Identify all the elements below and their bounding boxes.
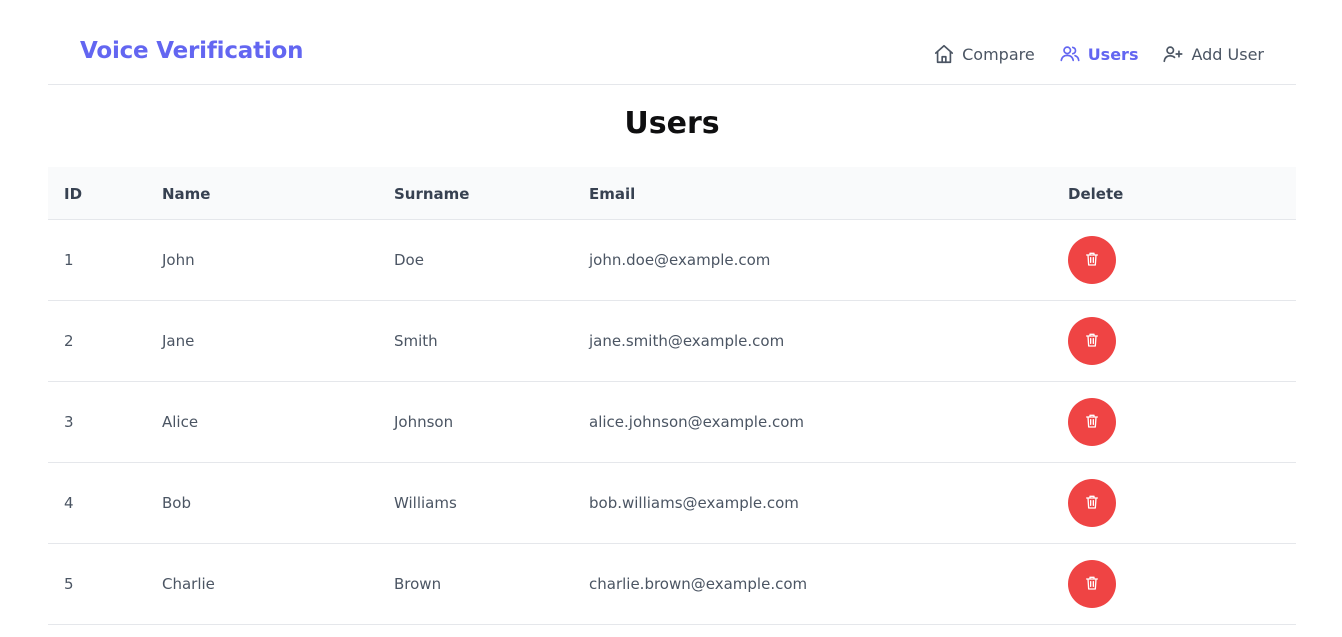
cell-email: jane.smith@example.com [589, 332, 785, 350]
table-row: 1 John Doe john.doe@example.com [48, 220, 1296, 301]
cell-name: Bob [162, 494, 191, 512]
app-container: Voice Verification Compare Users Add Use… [48, 0, 1296, 637]
cell-email: alice.johnson@example.com [589, 413, 804, 431]
page-title: Users [624, 106, 720, 141]
brand-logo[interactable]: Voice Verification [80, 38, 304, 64]
users-icon [1059, 43, 1081, 65]
cell-name: John [162, 251, 195, 269]
column-header-surname: Surname [394, 185, 470, 203]
cell-surname: Johnson [394, 413, 454, 431]
trash-icon [1084, 332, 1100, 351]
user-plus-icon [1162, 43, 1184, 65]
home-icon [933, 43, 955, 65]
delete-button[interactable] [1068, 317, 1116, 365]
column-header-name: Name [162, 185, 211, 203]
nav-item-compare[interactable]: Compare [933, 43, 1035, 65]
trash-icon [1084, 494, 1100, 513]
users-table: ID Name Surname Email Delete 1 John Doe … [48, 167, 1296, 625]
nav-label-add-user: Add User [1191, 44, 1264, 64]
cell-id: 2 [64, 332, 74, 350]
cell-id: 1 [64, 251, 74, 269]
delete-button[interactable] [1068, 236, 1116, 284]
nav-label-users: Users [1087, 44, 1139, 64]
trash-icon [1084, 251, 1100, 270]
table-row: 3 Alice Johnson alice.johnson@example.co… [48, 382, 1296, 463]
cell-surname: Brown [394, 575, 442, 593]
cell-surname: Williams [394, 494, 457, 512]
delete-button[interactable] [1068, 560, 1116, 608]
delete-button[interactable] [1068, 398, 1116, 446]
cell-email: john.doe@example.com [589, 251, 771, 269]
cell-id: 3 [64, 413, 74, 431]
top-navbar: Voice Verification Compare Users Add Use… [48, 0, 1296, 85]
cell-surname: Smith [394, 332, 438, 350]
cell-id: 5 [64, 575, 74, 593]
cell-email: bob.williams@example.com [589, 494, 799, 512]
trash-icon [1084, 575, 1100, 594]
cell-name: Charlie [162, 575, 215, 593]
column-header-email: Email [589, 185, 636, 203]
nav-label-compare: Compare [962, 44, 1035, 64]
delete-button[interactable] [1068, 479, 1116, 527]
nav-menu: Compare Users Add User [933, 43, 1264, 65]
nav-item-users[interactable]: Users [1059, 43, 1139, 65]
table-row: 4 Bob Williams bob.williams@example.com [48, 463, 1296, 544]
table-row: 2 Jane Smith jane.smith@example.com [48, 301, 1296, 382]
cell-id: 4 [64, 494, 74, 512]
table-row: 5 Charlie Brown charlie.brown@example.co… [48, 544, 1296, 625]
column-header-delete: Delete [1068, 185, 1124, 203]
cell-surname: Doe [394, 251, 424, 269]
cell-email: charlie.brown@example.com [589, 575, 808, 593]
column-header-id: ID [64, 185, 83, 203]
nav-item-add-user[interactable]: Add User [1162, 43, 1264, 65]
trash-icon [1084, 413, 1100, 432]
table-header-row: ID Name Surname Email Delete [48, 167, 1296, 220]
cell-name: Jane [162, 332, 195, 350]
cell-name: Alice [162, 413, 199, 431]
